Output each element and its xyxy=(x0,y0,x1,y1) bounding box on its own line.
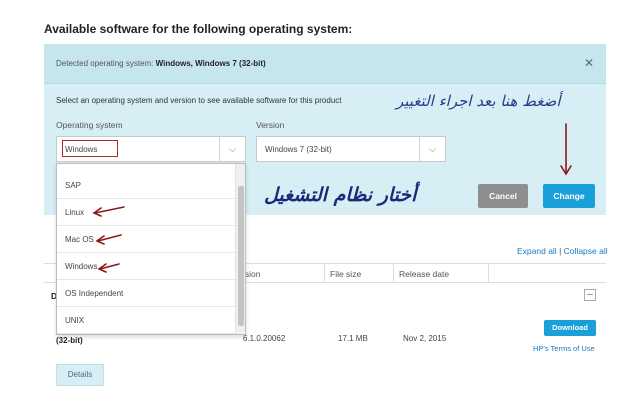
annotation-arrows xyxy=(92,123,572,273)
